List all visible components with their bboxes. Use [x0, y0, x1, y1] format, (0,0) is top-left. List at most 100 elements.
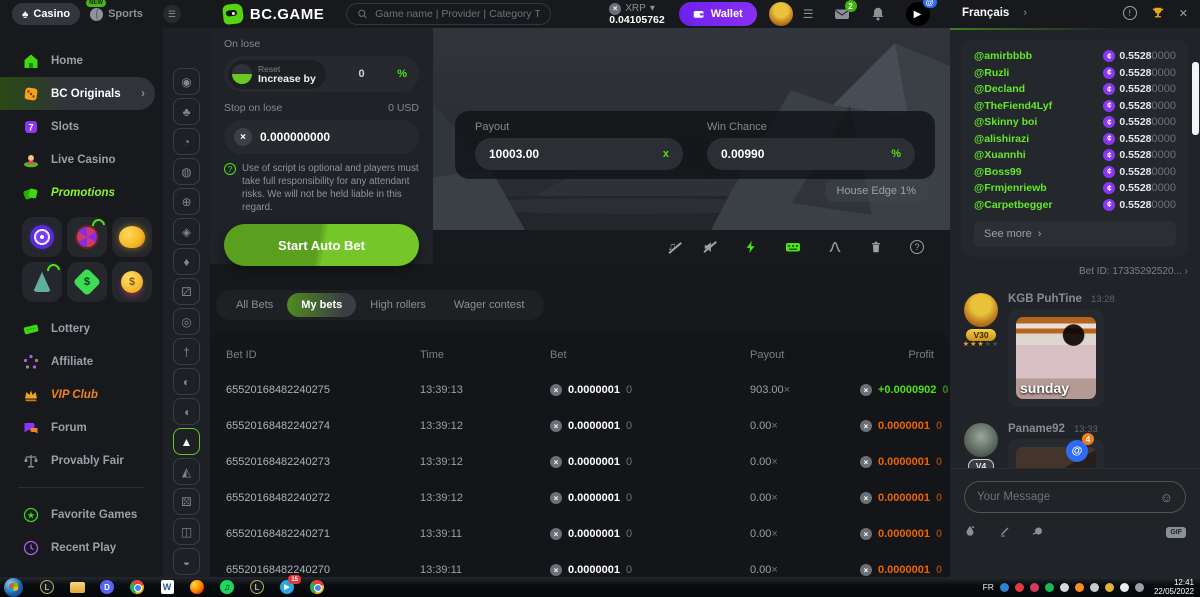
- bets-tab[interactable]: My bets: [287, 293, 356, 317]
- fruit-game-icon[interactable]: ♦: [173, 248, 200, 275]
- chrome[interactable]: [303, 578, 331, 596]
- tower-game-icon[interactable]: ◭: [173, 458, 200, 485]
- league-of-legends[interactable]: L: [243, 578, 271, 596]
- sidebar-item-forum[interactable]: Forum: [0, 411, 163, 444]
- trophy-icon[interactable]: [1151, 6, 1165, 20]
- classic-dice-game-icon[interactable]: ⚄: [173, 488, 200, 515]
- rain-user-row[interactable]: @Frmjenriewb ¢ 0.55280000: [974, 180, 1176, 197]
- taskbar-clock[interactable]: 12:41 22/05/2022: [1154, 578, 1194, 596]
- kendama-game-icon[interactable]: ◎: [173, 308, 200, 335]
- fish-game-icon[interactable]: ◖: [173, 398, 200, 425]
- red-app-tray-icon[interactable]: [1015, 583, 1024, 592]
- gif-button[interactable]: GIF: [1166, 527, 1186, 538]
- increase-by-option[interactable]: Increase by: [258, 74, 316, 84]
- rain-user-row[interactable]: @Skinny boi ¢ 0.55280000: [974, 114, 1176, 131]
- firefox[interactable]: [183, 578, 211, 596]
- wallet-button[interactable]: Wallet: [679, 2, 757, 26]
- colors-tray-icon[interactable]: [1105, 583, 1114, 592]
- chat-language-tab[interactable]: Français: [962, 7, 1009, 19]
- monitor-tray-icon[interactable]: [1090, 583, 1099, 592]
- bet-row[interactable]: 65520168482240272 13:39:12 × 0.00000010 …: [226, 480, 934, 516]
- dice-game-icon[interactable]: ⚂: [173, 278, 200, 305]
- bets-tab[interactable]: High rollers: [356, 293, 440, 317]
- search-input[interactable]: [375, 8, 540, 20]
- chat-rules-pen-icon[interactable]: [998, 525, 1010, 540]
- sidebar-item-slots[interactable]: 7 Slots: [0, 110, 163, 143]
- hotkeys-keyboard-icon[interactable]: [785, 239, 801, 255]
- rain-user-row[interactable]: @Xuannhi ¢ 0.55280000: [974, 147, 1176, 164]
- bet-row[interactable]: 65520168482240273 13:39:12 × 0.00000010 …: [226, 444, 934, 480]
- start-auto-bet-button[interactable]: Start Auto Bet: [224, 224, 419, 266]
- bets-tab[interactable]: Wager contest: [440, 293, 539, 317]
- eggs-game-icon[interactable]: ◍: [173, 158, 200, 185]
- coin-drop-icon[interactable]: [1032, 525, 1044, 540]
- menu-icon[interactable]: ☰: [803, 7, 814, 21]
- mention-button[interactable]: @ 4: [1066, 440, 1088, 462]
- rain-user-row[interactable]: @TheFiend4Lyf ¢ 0.55280000: [974, 98, 1176, 115]
- chat-scrollbar[interactable]: [1192, 62, 1199, 135]
- rain-user-row[interactable]: @Ruzli ¢ 0.55280000: [974, 65, 1176, 82]
- bet-row[interactable]: 65520168482240275 13:39:13 × 0.00000010 …: [226, 372, 934, 408]
- stop-on-lose-input[interactable]: × 0.000000000: [224, 120, 419, 154]
- sidebar-item-provably-fair[interactable]: Provably Fair: [0, 444, 163, 477]
- crimson-app-tray-icon[interactable]: [1030, 583, 1039, 592]
- rain-user-row[interactable]: @Carpetbegger ¢ 0.55280000: [974, 197, 1176, 214]
- mine-game-icon[interactable]: ◈: [173, 218, 200, 245]
- chat-rules-icon[interactable]: !: [1123, 6, 1137, 20]
- spotify-tray-icon[interactable]: [1045, 583, 1054, 592]
- message-username[interactable]: KGB PuhTine: [1008, 293, 1082, 305]
- sidebar-item-live-casino[interactable]: Live Casino: [0, 143, 163, 176]
- rain-user-row[interactable]: @amirbbbb ¢ 0.55280000: [974, 48, 1176, 65]
- league-of-legends[interactable]: L: [33, 578, 61, 596]
- gif-image[interactable]: sunday: [1016, 317, 1096, 399]
- win-chance-input[interactable]: 0.00990 %: [707, 138, 915, 170]
- close-icon[interactable]: ✕: [1179, 7, 1188, 20]
- slots-game-icon[interactable]: ◒: [173, 548, 200, 575]
- sidebar-item-home[interactable]: Home: [0, 44, 163, 77]
- rain-user-row[interactable]: @Boss99 ¢ 0.55280000: [974, 164, 1176, 181]
- discord[interactable]: D: [93, 578, 121, 596]
- avatar[interactable]: [964, 293, 998, 327]
- network-tray-icon[interactable]: [1135, 583, 1144, 592]
- see-more-button[interactable]: See more ›: [974, 221, 1176, 247]
- spotify[interactable]: ♫: [213, 578, 241, 596]
- chat-toggle-button[interactable]: ▶ @: [906, 2, 930, 26]
- bet-id-link[interactable]: Bet ID: 17335292520... ›: [962, 266, 1188, 277]
- message-input[interactable]: [977, 491, 1160, 503]
- user-avatar[interactable]: [769, 2, 793, 26]
- message-bubble[interactable]: sunday: [1008, 309, 1104, 407]
- vlc-tray-icon[interactable]: [1075, 583, 1084, 592]
- sports-tab[interactable]: NEW Sports: [80, 3, 153, 25]
- coinflip-game-icon[interactable]: ◉: [173, 68, 200, 95]
- daily-task-tile[interactable]: [22, 217, 62, 257]
- rain-drop-icon[interactable]: [964, 525, 976, 540]
- messages-button[interactable]: 2: [834, 6, 850, 22]
- bet-row[interactable]: 65520168482240274 13:39:12 × 0.00000010 …: [226, 408, 934, 444]
- avatar[interactable]: [964, 423, 998, 457]
- coin-drop-tile[interactable]: $: [112, 262, 152, 302]
- rain-user-row[interactable]: @Decland ¢ 0.55280000: [974, 81, 1176, 98]
- clear-trash-icon[interactable]: [869, 240, 883, 254]
- eye-game-icon[interactable]: ◐: [173, 368, 200, 395]
- notifications-button[interactable]: [870, 6, 886, 22]
- message-username[interactable]: Paname92: [1008, 423, 1065, 435]
- volume-tray-icon[interactable]: [1060, 583, 1069, 592]
- currency-selector[interactable]: × XRP ▾ 0.04105762: [609, 3, 664, 26]
- chip-game-icon[interactable]: ⊕: [173, 188, 200, 215]
- spin-wheel-tile[interactable]: [67, 217, 107, 257]
- word[interactable]: W: [153, 578, 181, 596]
- telegram[interactable]: ▶ 15: [273, 578, 301, 596]
- rain-user-row[interactable]: @alishirazi ¢ 0.55280000: [974, 131, 1176, 148]
- bets-tab[interactable]: All Bets: [222, 293, 287, 317]
- reset-increase-toggle[interactable]: Reset Increase by: [228, 60, 326, 89]
- piggy-bank-tile[interactable]: [112, 217, 152, 257]
- chevron-right-icon[interactable]: ›: [1023, 7, 1027, 19]
- increase-value-input[interactable]: 0: [332, 68, 391, 80]
- sidebar-item-lottery[interactable]: Lottery: [0, 312, 163, 345]
- sidebar-item-recent-play[interactable]: Recent Play: [0, 531, 163, 564]
- keno-game-icon[interactable]: ◫: [173, 518, 200, 545]
- wheel-game-icon[interactable]: ◔: [173, 128, 200, 155]
- sidebar-collapse-button[interactable]: ☰: [163, 5, 181, 23]
- emoji-icon[interactable]: ☺: [1160, 490, 1173, 505]
- sidebar-item-vip-club[interactable]: VIP Club: [0, 378, 163, 411]
